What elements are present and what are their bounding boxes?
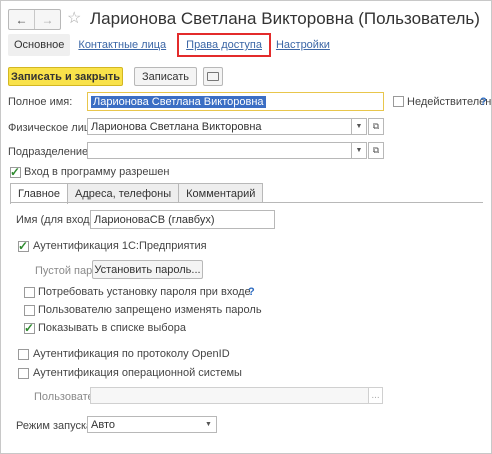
openid-label: Аутентификация по протоколу OpenID xyxy=(33,348,230,360)
os-user-input[interactable] xyxy=(90,387,370,404)
back-button[interactable]: ← xyxy=(9,10,34,29)
launch-mode-dropdown-button[interactable]: ▼ xyxy=(201,416,217,433)
forbid-change-label: Пользователю запрещено изменять пароль xyxy=(38,304,262,316)
comment-button[interactable] xyxy=(203,67,223,86)
inactive-label: Недействителен xyxy=(407,96,492,108)
inner-tab-main[interactable]: Главное xyxy=(10,183,69,204)
individual-label: Физическое лицо: xyxy=(8,122,100,134)
window-title: Ларионова Светлана Викторовна (Пользоват… xyxy=(90,9,480,28)
inner-tab-addresses[interactable]: Адреса, телефоны xyxy=(67,183,180,203)
user-form-window: ← → ☆ Ларионова Светлана Викторовна (Пол… xyxy=(0,0,492,454)
show-in-list-label: Показывать в списке выбора xyxy=(38,322,186,334)
open-icon: ⧉ xyxy=(372,121,380,131)
full-name-label: Полное имя: xyxy=(8,96,73,108)
launch-mode-label: Режим запуска: xyxy=(16,420,96,432)
tab-access-rights[interactable]: Права доступа xyxy=(177,33,271,57)
inactive-checkbox[interactable] xyxy=(393,96,404,107)
individual-open-button[interactable]: ⧉ xyxy=(368,118,384,135)
require-password-help-icon[interactable]: ? xyxy=(248,286,255,298)
save-button[interactable]: Записать xyxy=(134,67,197,86)
save-and-close-button[interactable]: Записать и закрыть xyxy=(8,67,123,86)
ellipsis: ... xyxy=(371,390,380,401)
full-name-input[interactable]: Ларионова Светлана Викторовна xyxy=(87,92,384,111)
department-dropdown-button[interactable]: ▼ xyxy=(351,142,367,159)
department-label: Подразделение: xyxy=(8,146,92,158)
chevron-down-icon: ▼ xyxy=(355,147,363,154)
arrow-left-icon: ← xyxy=(15,12,28,27)
inner-tab-comment[interactable]: Комментарий xyxy=(178,183,264,203)
comment-icon xyxy=(207,72,219,81)
individual-input[interactable]: Ларионова Светлана Викторовна xyxy=(87,118,365,135)
os-user-select-button[interactable]: ... xyxy=(368,387,383,404)
inner-tabs: Главное Адреса, телефоны Комментарий xyxy=(10,183,264,204)
top-tabs: Основное Контактные лица Права доступа Н… xyxy=(8,33,336,57)
star-icon[interactable]: ☆ xyxy=(67,8,81,28)
openid-checkbox[interactable] xyxy=(18,349,29,360)
set-password-button[interactable]: Установить пароль... xyxy=(92,260,203,279)
inactive-help-icon[interactable]: ? xyxy=(480,96,487,108)
individual-dropdown-button[interactable]: ▼ xyxy=(351,118,367,135)
tab-contact-persons[interactable]: Контактные лица xyxy=(72,34,172,56)
checkmark-icon: ✓ xyxy=(24,321,35,335)
forbid-change-checkbox[interactable] xyxy=(24,305,35,316)
checkmark-icon: ✓ xyxy=(10,165,21,179)
require-password-checkbox[interactable] xyxy=(24,287,35,298)
department-input[interactable] xyxy=(87,142,365,159)
arrow-right-icon: → xyxy=(41,12,54,27)
open-icon: ⧉ xyxy=(372,145,380,155)
launch-mode-select[interactable]: Авто xyxy=(87,416,217,433)
navigation-buttons: ← → xyxy=(8,9,61,30)
auth-1c-label: Аутентификация 1С:Предприятия xyxy=(33,240,207,252)
chevron-down-icon: ▼ xyxy=(355,123,363,130)
os-auth-checkbox[interactable] xyxy=(18,368,29,379)
require-password-label: Потребовать установку пароля при входе xyxy=(38,286,251,298)
tab-settings[interactable]: Настройки xyxy=(270,34,336,56)
forward-button[interactable]: → xyxy=(34,10,60,29)
chevron-down-icon: ▼ xyxy=(205,421,212,428)
os-auth-label: Аутентификация операционной системы xyxy=(33,367,242,379)
login-allowed-label: Вход в программу разрешен xyxy=(24,166,170,178)
checkmark-icon: ✓ xyxy=(18,239,29,253)
tab-main[interactable]: Основное xyxy=(8,34,71,56)
department-open-button[interactable]: ⧉ xyxy=(368,142,384,159)
login-name-input[interactable]: ЛарионоваСВ (главбух) xyxy=(90,210,275,229)
full-name-value: Ларионова Светлана Викторовна xyxy=(91,95,266,108)
